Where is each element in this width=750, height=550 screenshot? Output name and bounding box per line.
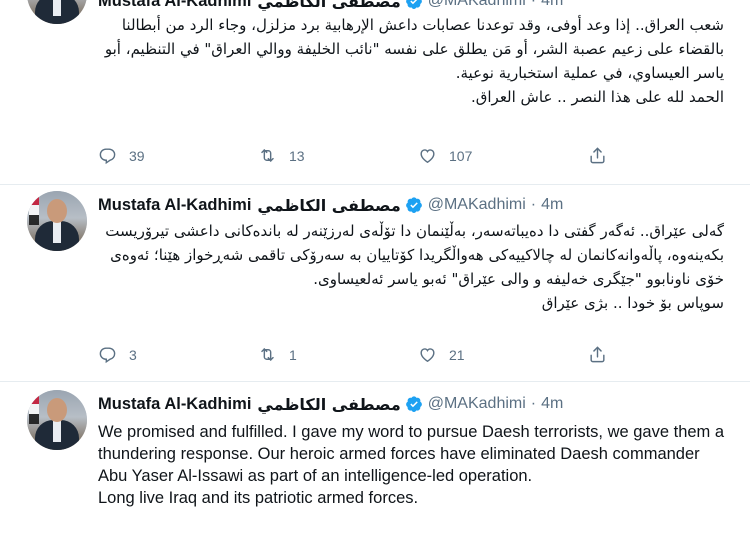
author-name[interactable]: Mustafa Al-Kadhimi [98,395,251,414]
separator-dot: · [530,0,537,9]
verified-badge-icon [405,0,422,9]
tweet-1[interactable]: Mustafa Al-Kadhimi مصطفى الكاظمي @MAKadh… [0,0,750,186]
separator-dot: · [530,395,537,412]
like-button[interactable]: 21 [418,345,465,364]
heart-icon [420,149,435,164]
retweet-icon [261,149,274,162]
reply-count: 3 [129,346,137,363]
like-count: 21 [449,346,465,363]
author-name-arabic[interactable]: مصطفى الكاظمي [257,0,400,11]
separator-dot: · [530,196,537,213]
timestamp[interactable]: 4m [541,0,563,10]
reply-button[interactable]: 39 [98,146,145,165]
author-name-arabic[interactable]: مصطفى الكاظمي [257,395,400,414]
avatar[interactable] [27,191,87,251]
reply-count: 39 [129,147,145,164]
author-handle[interactable]: @MAKadhimi [428,0,526,10]
author-name-arabic[interactable]: مصطفى الكاظمي [257,196,400,215]
tweet-text: گەلی عێراق.. ئەگەر گفتی دا دەیباتەسەر، ب… [105,222,724,312]
author-name[interactable]: Mustafa Al-Kadhimi [98,196,251,215]
timestamp[interactable]: 4m [541,196,563,214]
tweet-3[interactable]: Mustafa Al-Kadhimi مصطفى الكاظمي @MAKadh… [0,382,750,550]
tweet-actions: 39 13 107 [98,146,618,170]
verified-badge-icon [405,396,422,412]
heart-icon [420,348,435,363]
share-button[interactable] [588,146,607,165]
retweet-icon [261,348,274,361]
avatar[interactable] [27,0,87,24]
reply-button[interactable]: 3 [98,345,137,364]
retweet-count: 1 [289,346,297,363]
tweet-text: شعب العراق.. إذا وعد أوفى، وقد توعدنا عص… [104,16,724,106]
tweet-header: Mustafa Al-Kadhimi مصطفى الكاظمي @MAKadh… [98,0,563,13]
tweet-header: Mustafa Al-Kadhimi مصطفى الكاظمي @MAKadh… [98,193,563,217]
share-icon [590,147,605,164]
reply-icon [99,347,116,364]
tweet-actions: 3 1 21 [98,345,618,369]
author-name[interactable]: Mustafa Al-Kadhimi [98,0,251,11]
avatar[interactable] [27,390,87,450]
tweet-2[interactable]: Mustafa Al-Kadhimi مصطفى الكاظمي @MAKadh… [0,185,750,383]
share-button[interactable] [588,345,607,364]
share-icon [590,346,605,363]
like-button[interactable]: 107 [418,146,472,165]
verified-badge-icon [405,197,422,213]
timestamp[interactable]: 4m [541,395,563,413]
reply-icon [99,148,116,165]
author-handle[interactable]: @MAKadhimi [428,196,526,214]
retweet-count: 13 [289,147,305,164]
tweet-header: Mustafa Al-Kadhimi مصطفى الكاظمي @MAKadh… [98,392,563,416]
like-count: 107 [449,147,473,164]
retweet-button[interactable]: 1 [258,345,297,364]
tweet-text: We promised and fulfilled. I gave my wor… [98,423,725,507]
author-handle[interactable]: @MAKadhimi [428,395,526,413]
retweet-button[interactable]: 13 [258,146,305,165]
